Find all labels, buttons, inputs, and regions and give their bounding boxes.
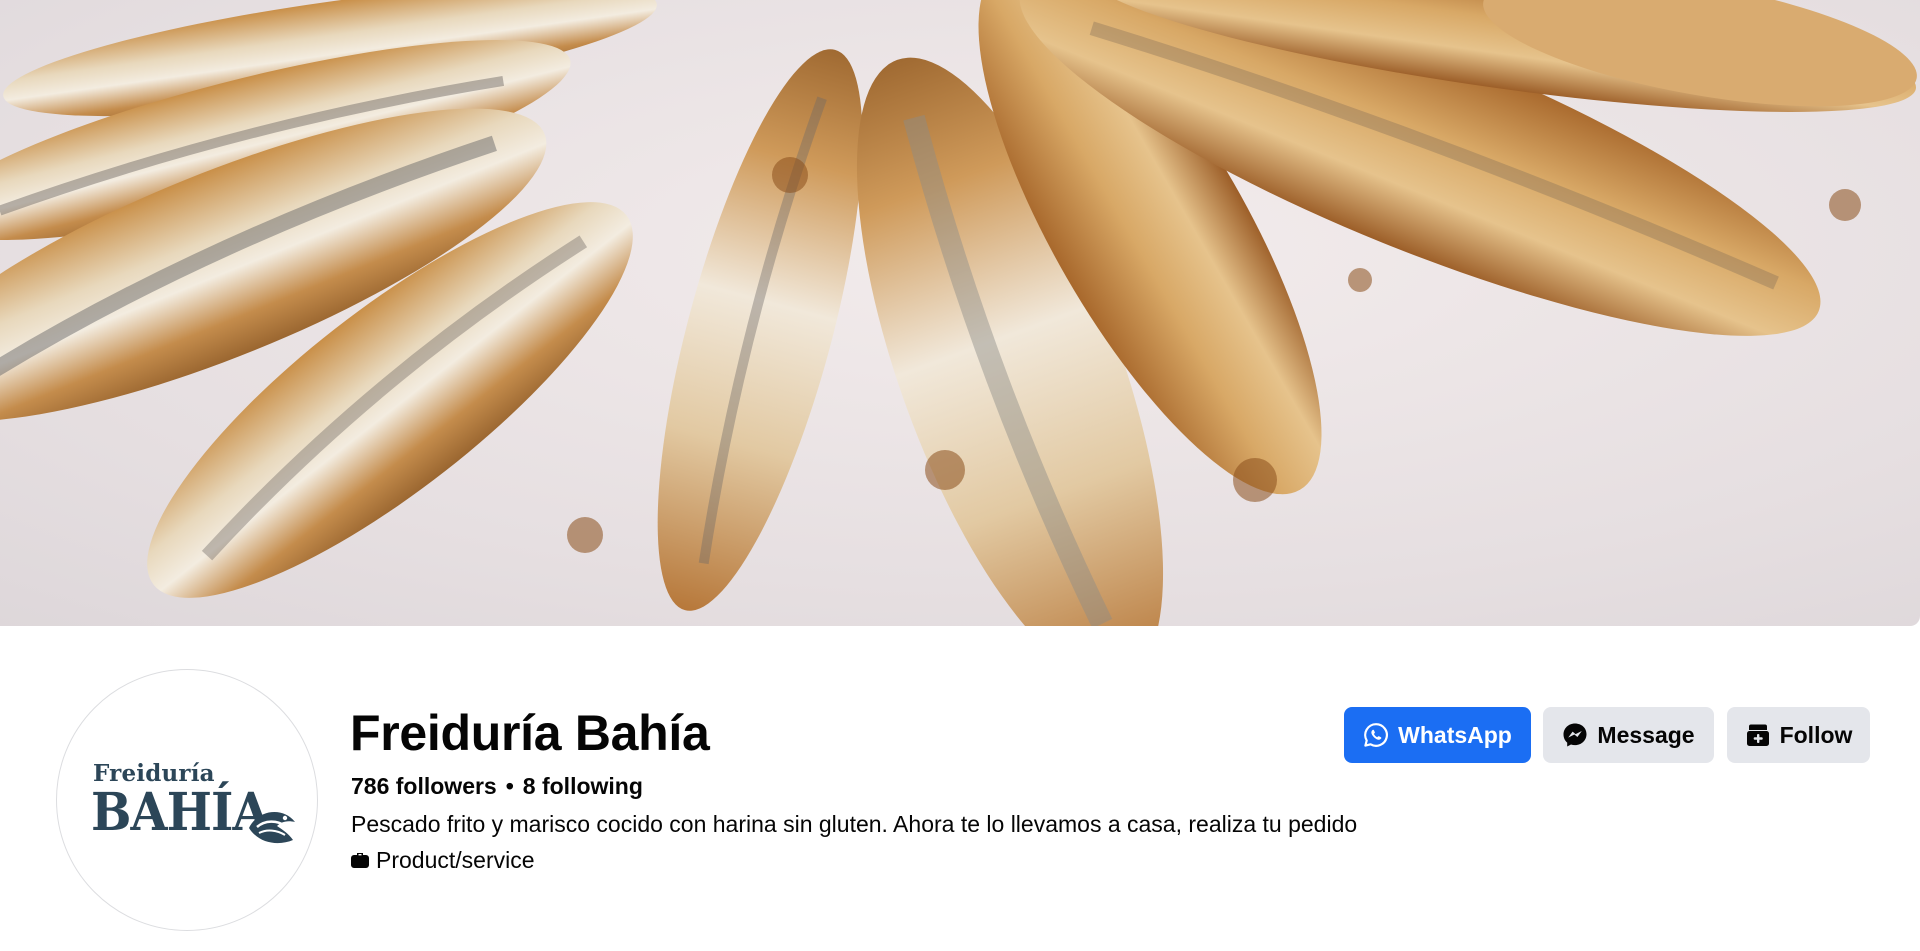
cover-photo[interactable] — [0, 0, 1920, 626]
message-button[interactable]: Message — [1543, 707, 1714, 763]
cover-photo-image — [0, 0, 1917, 626]
category-icon — [351, 852, 369, 868]
followers-link[interactable]: 786 followers — [351, 772, 497, 800]
whatsapp-button-label: WhatsApp — [1398, 721, 1512, 748]
follow-stats: 786 followers • 8 following — [351, 772, 643, 800]
follow-button-label: Follow — [1779, 721, 1853, 748]
whatsapp-icon — [1364, 723, 1389, 747]
stats-separator: • — [505, 773, 514, 799]
page-category: Product/service — [351, 846, 535, 874]
message-button-label: Message — [1597, 721, 1695, 748]
following-link[interactable]: 8 following — [523, 772, 643, 800]
follow-icon — [1746, 724, 1769, 746]
facebook-page-header: Freiduría BAHÍA Freiduría Bahía 786 foll… — [0, 0, 1920, 951]
fish-logo-icon — [249, 811, 295, 844]
page-bio: Pescado frito y marisco cocido con harin… — [351, 811, 1358, 837]
category-label: Product/service — [376, 847, 535, 873]
page-actions: WhatsApp Message Follow — [0, 707, 1920, 763]
messenger-icon — [1563, 723, 1587, 747]
logo-text-line2: BAHÍA — [91, 782, 270, 843]
follow-button[interactable]: Follow — [1727, 707, 1870, 763]
whatsapp-button[interactable]: WhatsApp — [1344, 707, 1531, 763]
